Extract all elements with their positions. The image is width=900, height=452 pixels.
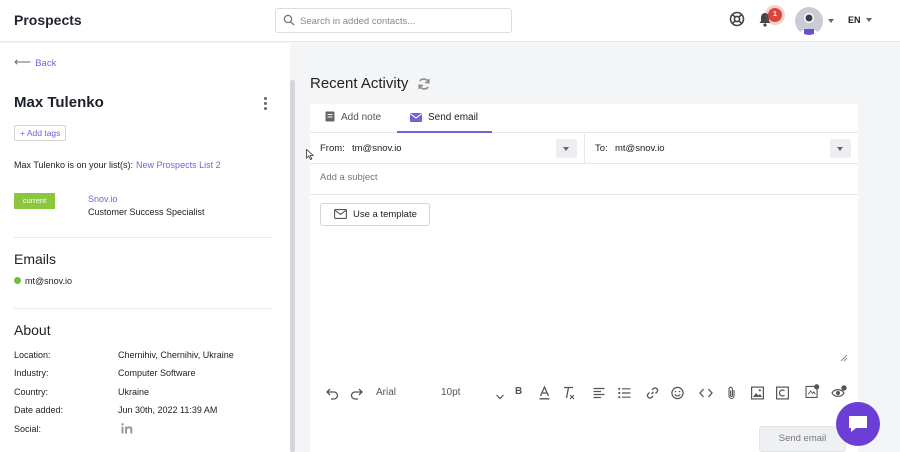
avatar[interactable]: [795, 7, 823, 35]
emoji-icon[interactable]: [671, 386, 684, 400]
list-membership: Max Tulenko is on your list(s): New Prosp…: [14, 160, 221, 170]
tab-send-email[interactable]: Send email: [397, 104, 492, 133]
search-box[interactable]: [275, 8, 512, 33]
font-family-select[interactable]: Arial: [376, 387, 396, 401]
chevron-down-icon[interactable]: [496, 390, 504, 404]
location-label: Location:: [14, 350, 51, 360]
composer-card: Add note Send email From: tm@snov.io To:…: [310, 104, 858, 452]
left-scrollbar[interactable]: [290, 80, 295, 452]
attachment-icon[interactable]: [727, 386, 736, 400]
chat-button[interactable]: [836, 402, 880, 446]
tab-add-note[interactable]: Add note: [325, 104, 403, 133]
subject-row: [310, 165, 858, 195]
search-input[interactable]: [300, 12, 505, 30]
top-bar: Prospects 1 EN: [0, 0, 900, 42]
divider: [14, 308, 272, 309]
from-dropdown-button[interactable]: [556, 139, 577, 158]
chevron-down-icon: [837, 147, 843, 151]
country-value: Ukraine: [118, 387, 150, 397]
font-size-select[interactable]: 10pt: [441, 387, 460, 401]
back-link[interactable]: ⟵ Back: [14, 55, 56, 69]
search-icon: [283, 14, 295, 26]
page-title: Prospects: [14, 12, 82, 28]
industry-label: Industry:: [14, 368, 49, 378]
recent-activity-title: Recent Activity: [310, 75, 409, 92]
image-icon[interactable]: [751, 386, 764, 400]
linkedin-icon[interactable]: [121, 423, 133, 434]
link-icon[interactable]: [646, 386, 659, 400]
industry-value: Computer Software: [118, 368, 196, 378]
arrow-left-icon: ⟵: [14, 55, 32, 69]
date-added-label: Date added:: [14, 405, 64, 415]
clear-format-icon[interactable]: [563, 386, 575, 400]
chevron-down-icon[interactable]: [828, 19, 834, 23]
note-icon: [325, 111, 335, 122]
contact-panel: ⟵ Back Max Tulenko + Add tags Max Tulenko…: [0, 43, 290, 452]
social-label: Social:: [14, 424, 42, 434]
envelope-icon: [410, 113, 422, 122]
company-link[interactable]: Snov.io: [88, 194, 117, 204]
about-heading: About: [14, 322, 51, 338]
tracking-eye-icon[interactable]: [831, 385, 847, 399]
tab-label: Add note: [341, 112, 382, 123]
current-job-badge: current: [14, 193, 55, 209]
job-title: Customer Success Specialist: [88, 207, 205, 217]
language-selector[interactable]: EN: [848, 15, 861, 25]
add-tags-button[interactable]: + Add tags: [14, 125, 67, 141]
help-lifebuoy-icon[interactable]: [729, 11, 745, 27]
bullet-list-icon[interactable]: [618, 386, 631, 400]
refresh-icon[interactable]: [417, 77, 431, 91]
chevron-down-icon[interactable]: [866, 18, 872, 22]
copy-icon[interactable]: [776, 386, 789, 400]
email-address: mt@snov.io: [25, 276, 72, 286]
use-template-button[interactable]: Use a template: [320, 203, 430, 226]
bold-icon[interactable]: B: [515, 386, 522, 400]
notification-badge: 1: [768, 8, 782, 22]
tab-label: Send email: [428, 112, 479, 123]
divider: [584, 134, 585, 163]
button-label: Use a template: [353, 209, 417, 220]
date-added-value: Jun 30th, 2022 11:39 AM: [118, 405, 218, 415]
insert-variable-icon[interactable]: [805, 384, 820, 398]
email-item[interactable]: mt@snov.io: [14, 276, 72, 286]
user-avatar-icon: [799, 13, 819, 35]
text-color-icon[interactable]: [539, 386, 550, 400]
back-label: Back: [35, 58, 57, 69]
subject-input[interactable]: [320, 172, 820, 183]
template-envelope-icon: [334, 209, 347, 219]
location-value: Chernihiv, Chernihiv, Ukraine: [118, 350, 234, 360]
redo-icon[interactable]: [350, 386, 363, 400]
list-text: Max Tulenko is on your list(s):: [14, 160, 134, 170]
undo-icon[interactable]: [326, 386, 339, 400]
chevron-down-icon: [563, 147, 569, 151]
align-left-icon[interactable]: [593, 386, 605, 400]
country-label: Country:: [14, 387, 49, 397]
chat-bubble-icon: [849, 416, 867, 432]
editor-toolbar: Arial 10pt B: [310, 380, 858, 406]
code-icon[interactable]: [699, 386, 713, 400]
from-value[interactable]: tm@snov.io: [352, 143, 402, 154]
activity-tabs: Add note Send email: [310, 104, 858, 133]
divider: [14, 237, 272, 238]
list-link[interactable]: New Prospects List 2: [136, 160, 221, 170]
mouse-cursor-icon: [306, 149, 314, 160]
recipients-row: From: tm@snov.io To: mt@snov.io: [310, 134, 858, 164]
send-email-button[interactable]: Send email: [759, 426, 846, 452]
to-label: To:: [595, 143, 608, 154]
from-label: From:: [320, 143, 345, 154]
contact-name: Max Tulenko: [14, 94, 104, 111]
resize-handle-icon[interactable]: [840, 354, 848, 362]
to-value[interactable]: mt@snov.io: [615, 143, 665, 154]
emails-heading: Emails: [14, 251, 57, 267]
to-dropdown-button[interactable]: [830, 139, 851, 158]
verified-status-dot: [14, 277, 21, 284]
more-options-icon[interactable]: [262, 97, 268, 113]
